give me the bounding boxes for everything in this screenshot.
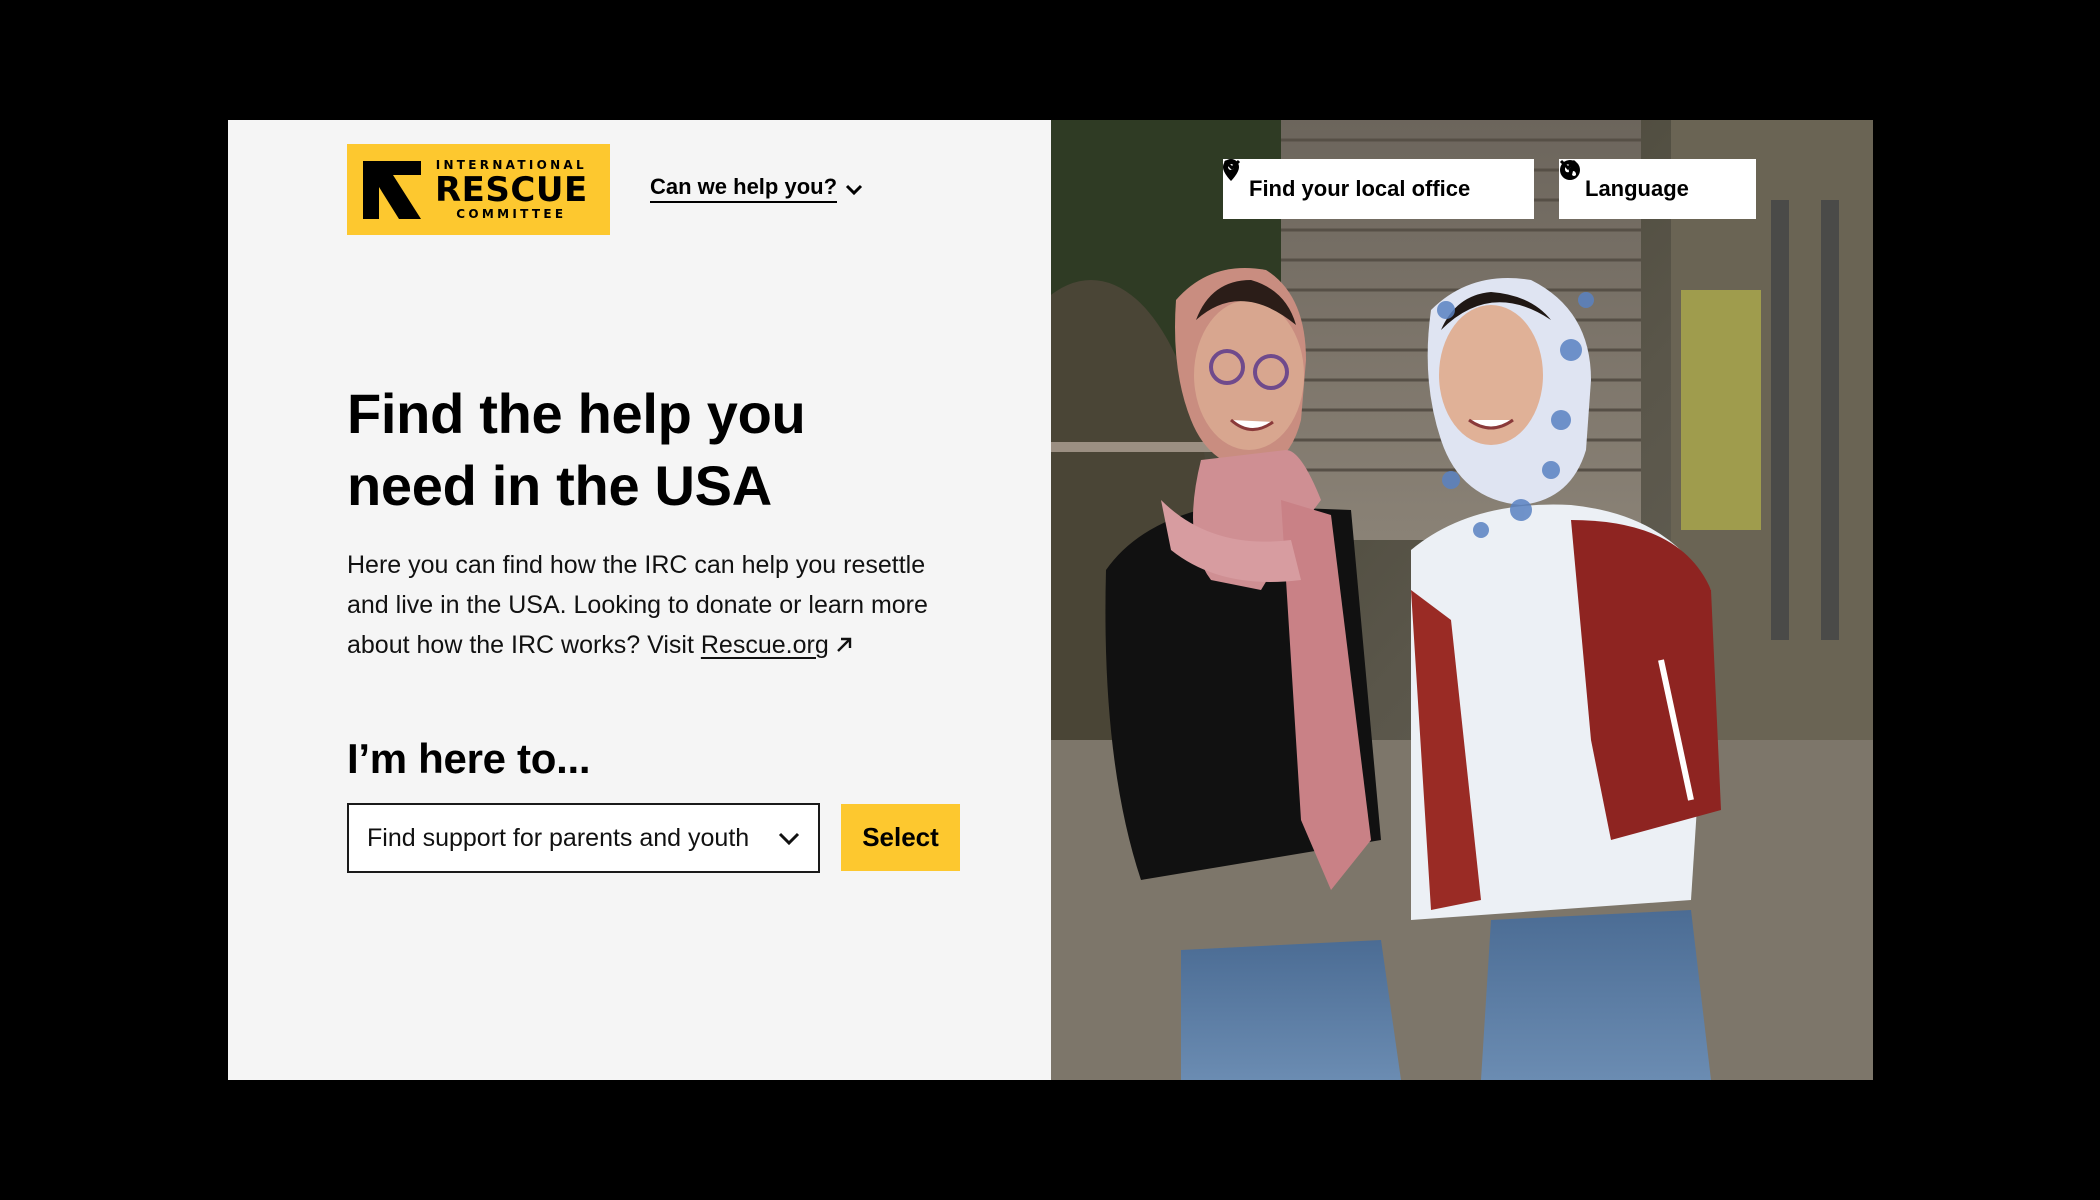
hero-photo: Find your local office Language	[1051, 120, 1873, 1080]
dropdown-selected-value: Find support for parents and youth	[367, 823, 750, 852]
find-office-button[interactable]: Find your local office	[1223, 159, 1534, 219]
intent-heading: I’m here to...	[347, 735, 591, 782]
logo-line-committee: COMMITTEE	[456, 207, 567, 221]
select-button[interactable]: Select	[841, 804, 960, 871]
intent-dropdown[interactable]: Find support for parents and youth	[347, 803, 820, 873]
irc-logo[interactable]: INTERNATIONAL RESCUE COMMITTEE	[347, 144, 610, 235]
rescue-org-link[interactable]: Rescue.org	[701, 631, 829, 659]
external-arrow-icon	[835, 626, 853, 666]
help-link-label: Can we help you?	[650, 174, 838, 203]
chevron-down-icon	[778, 824, 800, 853]
chevron-down-icon	[845, 176, 863, 202]
language-label: Language	[1585, 176, 1689, 201]
language-button[interactable]: Language	[1559, 159, 1756, 219]
hero-description: Here you can find how the IRC can help y…	[347, 545, 967, 666]
irc-logo-icon	[363, 160, 421, 219]
hero-photo-illustration	[1051, 120, 1873, 1080]
page-title: Find the help you need in the USA	[347, 382, 806, 517]
logo-wordmark: INTERNATIONAL RESCUE COMMITTEE	[435, 159, 588, 220]
find-office-label: Find your local office	[1249, 176, 1471, 201]
page-frame: INTERNATIONAL RESCUE COMMITTEE Can we he…	[228, 120, 1873, 1080]
help-menu-link[interactable]: Can we help you?	[650, 174, 863, 203]
content-panel: INTERNATIONAL RESCUE COMMITTEE Can we he…	[228, 120, 1051, 1080]
logo-line-rescue: RESCUE	[435, 170, 588, 210]
